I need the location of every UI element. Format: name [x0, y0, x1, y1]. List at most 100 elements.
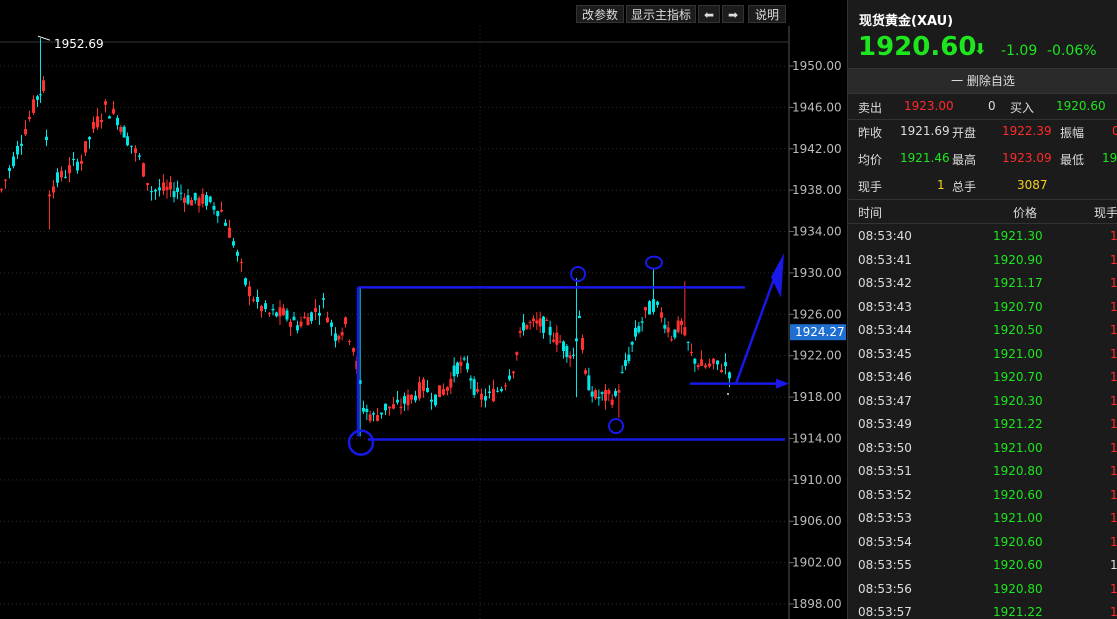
candle-body — [183, 197, 186, 203]
candle-body — [60, 170, 63, 178]
candle-body — [594, 390, 597, 399]
arrow-right-icon — [776, 378, 789, 389]
candle-body — [138, 155, 141, 157]
tick-time: 08:53:42 — [858, 276, 912, 290]
show-main-indicator-button[interactable]: 显示主指标 — [626, 5, 696, 23]
avg-value: 1921.46 — [900, 151, 950, 165]
candle-body — [372, 413, 375, 415]
high-label: 最高 — [952, 153, 977, 167]
candle-body — [208, 196, 212, 202]
candle-body — [600, 392, 604, 394]
candle-body — [607, 389, 611, 395]
candle-body — [8, 167, 11, 171]
tick-volume: 1 — [1110, 323, 1117, 337]
candle-body — [76, 161, 79, 171]
candle-body — [708, 363, 711, 367]
tick-price: 1920.30 — [993, 393, 1043, 408]
arrow-up-icon — [771, 253, 784, 298]
scroll-right-button[interactable]: ➡ — [722, 5, 744, 23]
y-tick-label: 1902.00 — [792, 556, 842, 570]
candle-body — [620, 371, 624, 373]
tick-row: 08:53:51 1920.80 1 — [848, 459, 1117, 483]
candle-body — [459, 361, 463, 366]
candle-body — [248, 286, 251, 297]
candle-body — [590, 391, 594, 397]
tick-price: 1920.80 — [993, 464, 1043, 478]
ticks-header-time: 时间 — [858, 206, 883, 220]
candle-body — [275, 312, 278, 317]
ticks-header: 时间 价格 现手 — [848, 199, 1117, 223]
edit-params-button[interactable]: 改参数 — [576, 5, 624, 23]
candle-body — [116, 117, 119, 126]
y-tick-label: 1898.00 — [792, 597, 842, 611]
candle-body — [240, 262, 243, 264]
candle-body — [552, 339, 555, 342]
tick-time: 08:53:41 — [858, 252, 912, 267]
candle-body — [310, 312, 313, 321]
tick-price: 1921.00 — [993, 346, 1043, 361]
sell-qty: 0 — [988, 99, 996, 113]
candle-body — [165, 186, 169, 191]
candle-body — [410, 394, 413, 400]
candle-body — [334, 333, 337, 341]
candle-body — [197, 197, 201, 206]
buy-label: 买入 — [1010, 101, 1035, 115]
candle-body — [282, 308, 285, 316]
candle-body — [158, 187, 161, 191]
high-price-label: 1952.69 — [54, 37, 104, 51]
order-book-row: 卖出 1923.00 0 买入 1920.60 — [848, 94, 1117, 118]
tick-time: 08:53:47 — [858, 393, 912, 408]
tick-row: 08:53:57 1921.22 1 — [848, 600, 1117, 619]
tick-row: 08:53:56 1920.80 1 — [848, 577, 1117, 601]
stats-row-2: 均价 1921.46 最高 1923.09 最低 19 — [848, 146, 1117, 170]
candle-body — [484, 396, 487, 401]
candlestick-chart-panel[interactable]: 改参数 显示主指标 ⬅ ➡ 说明 1950.00 1946.00 1942.00 19… — [0, 0, 847, 619]
candle-body — [100, 120, 103, 123]
candle-body — [303, 316, 306, 319]
help-button[interactable]: 说明 — [748, 5, 786, 23]
candle-body — [617, 390, 621, 393]
candle-body — [68, 165, 71, 174]
delete-watchlist-button[interactable]: 一 删除自选 — [848, 68, 1117, 94]
candle-body — [673, 329, 677, 338]
candle-body — [330, 322, 333, 327]
candle-body — [39, 94, 42, 96]
candle-body — [306, 317, 310, 326]
candle-body — [260, 305, 263, 312]
y-tick-label: 1906.00 — [792, 514, 842, 528]
candle-body — [476, 389, 479, 392]
candle-body — [122, 126, 126, 138]
candle-body — [452, 365, 456, 377]
tick-volume: 1 — [1110, 534, 1117, 549]
candle-body — [422, 379, 425, 392]
total-vol-label: 总手 — [952, 180, 977, 194]
y-tick-label: 1918.00 — [792, 390, 842, 404]
candle-body — [292, 316, 296, 321]
candle-body — [434, 394, 437, 406]
tick-volume: 1 — [1110, 464, 1117, 478]
candle-body — [268, 313, 271, 315]
peak-circle-marker — [570, 265, 586, 282]
candle-body — [581, 337, 584, 350]
y-tick-label: 1922.00 — [792, 349, 842, 363]
candle-body — [104, 101, 107, 105]
candle-body — [496, 390, 499, 392]
candle-body — [627, 354, 631, 361]
scroll-left-button[interactable]: ⬅ — [698, 5, 720, 23]
tick-time: 08:53:56 — [858, 581, 912, 596]
y-tick-label: 1934.00 — [792, 225, 842, 239]
tick-time: 08:53:54 — [858, 534, 912, 549]
candle-body — [555, 332, 559, 345]
tick-price: 1920.50 — [993, 323, 1043, 337]
y-tick-label: 1914.00 — [792, 431, 842, 445]
candle-body — [693, 358, 697, 364]
tick-price: 1921.22 — [993, 605, 1043, 619]
tick-row: 08:53:47 1920.30 1 — [848, 389, 1117, 413]
candle-body — [558, 341, 562, 343]
tick-row: 08:53:52 1920.60 1 — [848, 483, 1117, 507]
candle-body — [4, 179, 7, 181]
candle-body — [169, 182, 172, 190]
tick-time: 08:53:51 — [858, 464, 912, 478]
last-price: 1920.60 — [858, 32, 977, 62]
quote-side-panel: 现货黄金(XAU) 1920.60 ⬇ -1.09 -0.06% 一 删除自选 … — [847, 0, 1117, 619]
